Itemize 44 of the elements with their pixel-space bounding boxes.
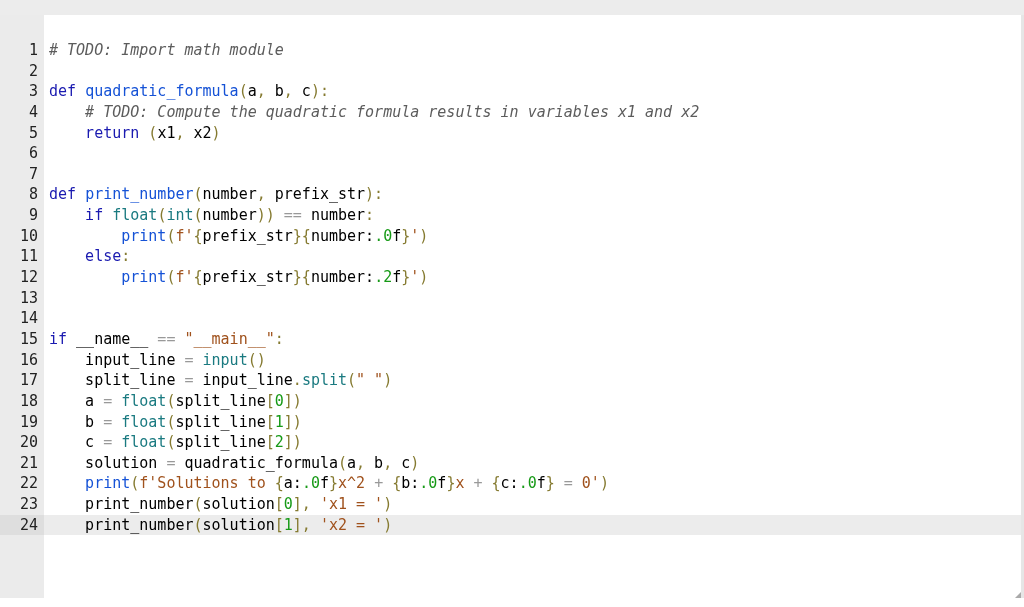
code-line: print(f'Solutions to {a:.0f}x^2 + {b:.0f}x + {c:.0f} = 0') bbox=[84, 473, 610, 495]
line-number: 22 bbox=[18, 473, 39, 495]
line-number: 19 bbox=[18, 411, 39, 433]
line-number: 7 bbox=[27, 163, 39, 185]
line-number: 12 bbox=[18, 267, 39, 288]
code-line: def print_number(number, prefix_str): bbox=[48, 184, 385, 206]
line-number: 24 bbox=[0, 514, 44, 536]
code-line: b = float(split_line[1]) bbox=[84, 411, 303, 433]
line-number: 21 bbox=[18, 452, 39, 474]
code-line: split_line = input_line.split(" ") bbox=[84, 370, 394, 391]
code-line: a = float(split_line[0]) bbox=[84, 390, 303, 412]
line-number: 6 bbox=[27, 143, 39, 164]
code-line: # TODO: Import math module bbox=[48, 40, 285, 61]
line-number: 18 bbox=[18, 390, 39, 412]
code-line: c = float(split_line[2]) bbox=[84, 432, 303, 453]
line-number: 3 bbox=[27, 81, 39, 102]
code-line: def quadratic_formula(a, b, c): bbox=[48, 81, 330, 102]
line-number: 9 bbox=[27, 205, 39, 226]
line-number: 13 bbox=[18, 287, 39, 309]
resize-grip-icon[interactable] bbox=[1015, 592, 1021, 598]
line-number: 11 bbox=[18, 246, 39, 268]
line-number: 17 bbox=[18, 370, 39, 391]
line-number: 16 bbox=[18, 349, 39, 371]
line-number: 10 bbox=[18, 225, 39, 247]
code-line: else: bbox=[84, 246, 132, 268]
line-number: 23 bbox=[18, 494, 39, 515]
line-number: 8 bbox=[27, 184, 39, 206]
code-line: input_line = input() bbox=[84, 349, 267, 371]
line-number: 1 bbox=[27, 40, 39, 61]
code-line: solution = quadratic_formula(a, b, c) bbox=[84, 452, 421, 474]
code-line: if float(int(number)) == number: bbox=[84, 205, 376, 226]
code-line: print(f'{prefix_str}{number:.2f}') bbox=[120, 267, 430, 288]
line-number: 2 bbox=[27, 60, 39, 82]
code-line: print_number(solution[1], 'x2 = ') bbox=[84, 514, 394, 536]
code-line: print(f'{prefix_str}{number:.0f}') bbox=[120, 225, 430, 247]
line-number: 4 bbox=[27, 101, 39, 123]
line-number: 5 bbox=[27, 122, 39, 144]
line-number: 15 bbox=[18, 328, 39, 350]
code-line: if __name__ == "__main__": bbox=[48, 328, 285, 350]
line-number: 14 bbox=[18, 308, 39, 329]
code-line: print_number(solution[0], 'x1 = ') bbox=[84, 494, 394, 515]
code-line: # TODO: Compute the quadratic formula results in variables x1 and x2 bbox=[84, 101, 701, 123]
code-line: return (x1, x2) bbox=[84, 122, 222, 144]
line-number: 20 bbox=[18, 432, 39, 453]
